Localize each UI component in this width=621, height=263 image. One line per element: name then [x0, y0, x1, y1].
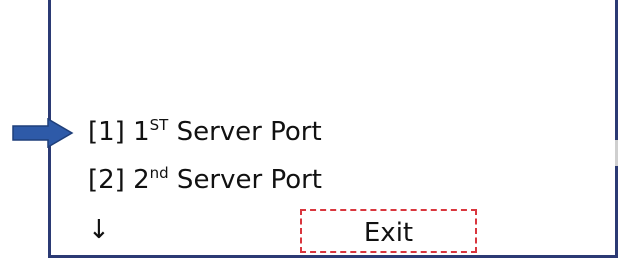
down-arrow-icon[interactable]: ↓: [88, 215, 110, 245]
menu-item-superscript: nd: [149, 164, 169, 182]
menu-item-2nd-server-port[interactable]: [2] 2nd Server Port: [88, 165, 322, 195]
menu-item-prefix: [1] 1: [88, 117, 150, 147]
right-arrow-icon: [12, 118, 74, 148]
menu-item-suffix: Server Port: [168, 117, 322, 147]
menu-item-1st-server-port[interactable]: [1] 1ST Server Port: [88, 117, 322, 147]
menu-item-suffix: Server Port: [168, 165, 323, 195]
menu-item-superscript: ST: [149, 116, 169, 134]
menu-item-prefix: [2] 2: [88, 165, 150, 195]
exit-label: Exit: [363, 218, 414, 248]
clipped-glyph: [615, 140, 621, 166]
exit-button[interactable]: Exit: [300, 209, 477, 253]
